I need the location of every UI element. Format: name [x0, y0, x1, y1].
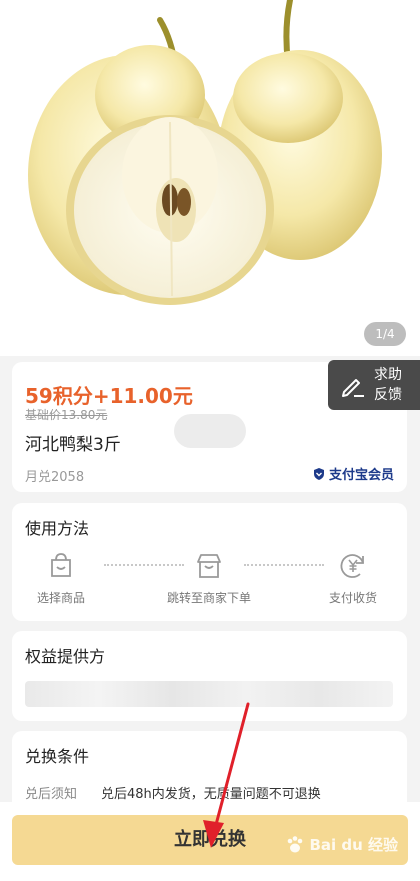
baidu-watermark: Bai du 经验 [285, 834, 398, 855]
price-label: 59积分+11.00元 [25, 384, 193, 408]
feedback-line2: 反馈 [374, 387, 402, 403]
usage-card: 使用方法 选择商品 跳转至商家下单 支付收货 [12, 503, 407, 621]
blurred-provider-info [25, 681, 393, 707]
feedback-line1: 求助 [374, 367, 402, 383]
provider-title: 权益提供方 [25, 647, 106, 666]
image-page-indicator: 1/4 [364, 322, 406, 346]
monthly-sales: 月兑2058 [25, 470, 85, 485]
usage-steps: 选择商品 跳转至商家下单 支付收货 [12, 551, 407, 611]
step-go-to-merchant: 跳转至商家下单 [154, 551, 264, 606]
condition-key: 兑后须知 [25, 787, 78, 802]
back-icon[interactable] [14, 2, 36, 24]
alipay-shield-icon [313, 467, 324, 480]
step-label: 跳转至商家下单 [166, 591, 251, 605]
blurred-tag [174, 414, 246, 448]
store-icon [197, 554, 221, 578]
step-pay-receive: 支付收货 [298, 551, 408, 606]
pear-illustration [28, 0, 382, 305]
conditions-title: 兑换条件 [25, 747, 90, 766]
alipay-member-badge: 支付宝会员 [312, 464, 394, 483]
step-label: 支付收货 [328, 591, 377, 605]
alipay-member-label: 支付宝会员 [328, 468, 394, 483]
shopping-bag-icon [51, 553, 71, 577]
bottom-action-bar: 立即兑换 Bai du 经验 [0, 802, 420, 881]
base-price-label: 基础价13.80元 [25, 408, 108, 422]
step-select-product: 选择商品 [6, 551, 116, 606]
condition-value: 兑后48h内发货，无质量问题不可退换 [101, 787, 321, 802]
provider-card: 权益提供方 [12, 631, 407, 721]
paw-icon [288, 835, 303, 852]
help-feedback-button[interactable]: 求助 反馈 [328, 360, 420, 410]
condition-row: 兑后须知 兑后48h内发货，无质量问题不可退换 [25, 783, 321, 802]
product-image-gallery[interactable]: 1/4 [0, 0, 420, 356]
edit-icon [342, 379, 364, 397]
product-name: 河北鸭梨3斤 [25, 435, 121, 455]
watermark-text: Bai du 经验 [309, 836, 398, 854]
step-label: 选择商品 [36, 591, 85, 605]
yen-refresh-icon [340, 554, 364, 578]
usage-title: 使用方法 [25, 519, 90, 538]
